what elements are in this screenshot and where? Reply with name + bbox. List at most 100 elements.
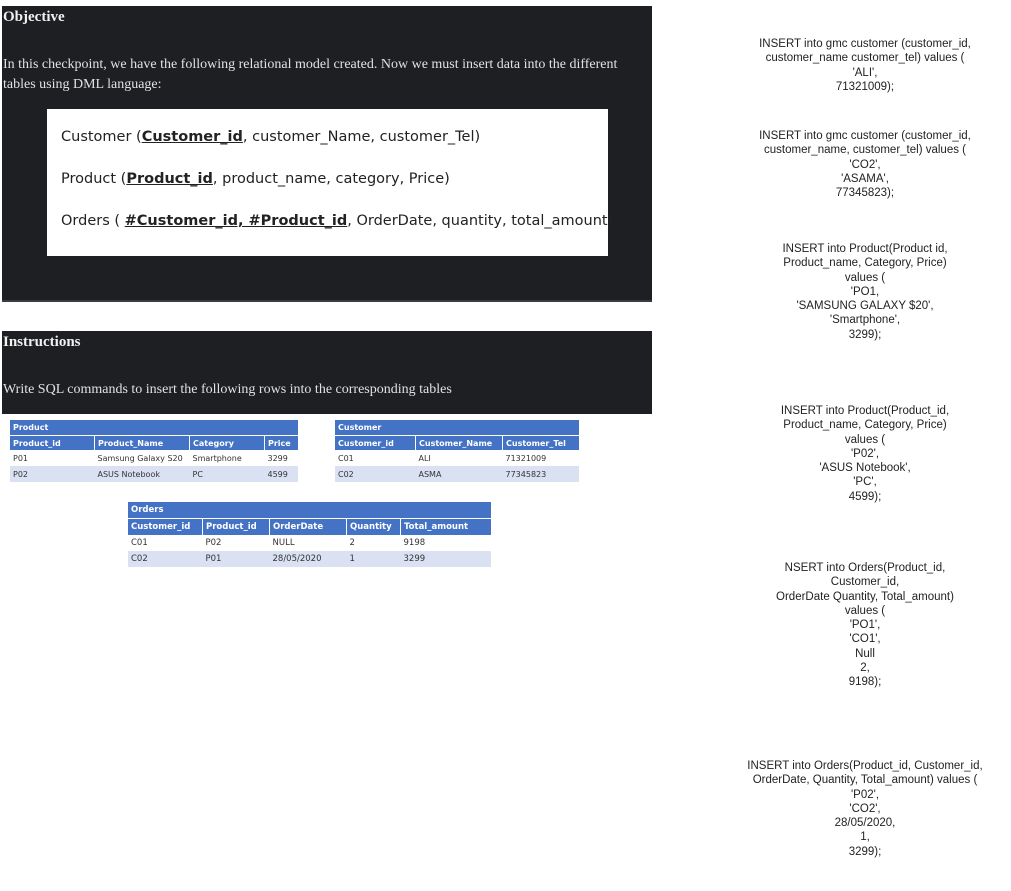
sql-line: 'PO1, [850, 285, 880, 298]
sql-line: values ( [844, 433, 886, 446]
table-cell: 77345823 [502, 466, 579, 482]
table-row: P02 ASUS Notebook PC 4599 [10, 466, 298, 482]
model-orders: Orders ( #Customer_id, #Product_id, Orde… [61, 213, 613, 229]
sql-line: 'CO2', [849, 802, 881, 815]
sql-line: INSERT into gmc customer (customer_id, [759, 38, 971, 50]
objective-heading: Objective [3, 9, 65, 25]
product-table-title: Product [10, 420, 298, 436]
table-cell: C02 [335, 466, 416, 482]
table-cell: C02 [128, 551, 203, 567]
table-header: OrderDate [269, 518, 347, 535]
table-row: P01 Samsung Galaxy S20 Smartphone 3299 [10, 450, 298, 466]
sql-line: customer_name customer_tel) values ( [765, 52, 965, 65]
table-header: Product_id [202, 518, 270, 535]
model-customer-name: Customer ( [61, 129, 142, 145]
objective-text: In this checkpoint, we have the followin… [3, 57, 618, 92]
instructions-text: Write SQL commands to insert the followi… [3, 382, 452, 397]
model-product-name: Product ( [61, 171, 127, 187]
sql-line: INSERT into Product(Product id, [782, 243, 948, 255]
sql-line: 3299); [848, 845, 882, 858]
model-product-attrs: , product_name, category, Price) [212, 171, 450, 187]
table-header: Quantity [346, 518, 401, 535]
sql-line: Product_name, Category, Price) [783, 419, 947, 432]
table-header: Customer_Name [415, 435, 503, 450]
table-row: C02 ASMA 77345823 [335, 466, 579, 482]
table-header: Product_Name [94, 435, 190, 450]
orders-table-title: Orders [128, 502, 491, 519]
objective-panel: Objective In this checkpoint, we have th… [2, 6, 652, 302]
sql-line: 'ALI', [852, 66, 878, 79]
sql-line: 'PO1', [849, 619, 881, 632]
table-cell: P01 [10, 450, 95, 466]
sql-line: Null [855, 647, 875, 660]
sql-statement-6: INSERT into Orders(Product_id, Customer_… [740, 759, 990, 859]
table-cell: 3299 [400, 551, 491, 567]
orders-table: Orders Customer_id Product_id OrderDate … [128, 502, 491, 567]
table-header: Category [189, 435, 265, 450]
table-cell: 3299 [264, 450, 298, 466]
sql-line: 'SAMSUNG GALAXY $20', [796, 300, 934, 313]
sql-line: 28/05/2020, [834, 817, 896, 830]
sql-statement-4: INSERT into Product(Product_id, Product_… [740, 404, 990, 504]
table-cell: P02 [10, 466, 95, 482]
model-orders-name: Orders ( [61, 213, 125, 229]
sql-line: OrderDate Quantity, Total_amount) [776, 590, 954, 603]
sql-line: 77345823); [835, 187, 895, 200]
sql-line: OrderDate, Quantity, Total_amount) value… [752, 774, 978, 787]
sql-line: 1, [860, 831, 870, 844]
sql-line: 'P02', [850, 447, 880, 460]
instructions-heading: Instructions [3, 334, 81, 350]
table-row: C02 P01 28/05/2020 1 3299 [128, 551, 491, 567]
sql-line: INSERT into Orders(Product_id, Customer_… [747, 760, 983, 772]
table-cell: 2 [346, 535, 401, 551]
table-cell: P02 [202, 535, 270, 551]
sql-line: customer_name, customer_tel) values ( [764, 144, 966, 157]
sql-line: Product_name, Category, Price) [783, 257, 947, 270]
sql-line: INSERT into Product(Product_id, [780, 405, 950, 417]
model-customer-key: Customer_id [141, 129, 243, 145]
sql-line: 4599); [848, 490, 882, 503]
table-cell: 28/05/2020 [269, 551, 347, 567]
sql-line: values ( [844, 271, 886, 284]
table-cell: ASMA [415, 466, 503, 482]
model-orders-attrs: , OrderDate, quantity, total_amount) [347, 213, 614, 229]
table-header: Price [264, 435, 298, 450]
table-cell: 1 [346, 551, 401, 567]
sql-line: INSERT into gmc customer (customer_id, [759, 130, 971, 142]
table-cell: P01 [202, 551, 270, 567]
table-cell: Smartphone [189, 450, 265, 466]
table-header: Customer_id [128, 518, 203, 535]
table-cell: ASUS Notebook [94, 466, 190, 482]
instructions-panel: Instructions Write SQL commands to inser… [2, 331, 652, 414]
sql-statement-3: INSERT into Product(Product id, Product_… [740, 242, 990, 342]
table-cell: Samsung Galaxy S20 [94, 450, 190, 466]
model-customer: Customer (Customer_id, customer_Name, cu… [61, 129, 480, 145]
sql-line: 'CO2', [849, 158, 881, 171]
table-cell: ALI [415, 450, 503, 466]
table-cell: 9198 [400, 535, 491, 551]
model-orders-key: #Customer_id, #Product_id [124, 213, 348, 229]
model-product-key: Product_id [126, 171, 213, 187]
sql-line: NSERT into Orders(Product_id, [784, 562, 946, 574]
table-header: Total_amount [400, 518, 491, 535]
table-cell: 4599 [264, 466, 298, 482]
model-product: Product (Product_id, product_name, categ… [61, 171, 450, 187]
table-row: C01 ALI 71321009 [335, 450, 579, 466]
product-table: Product Product_id Product_Name Category… [10, 420, 298, 482]
sql-line: 'ASUS Notebook', [819, 462, 911, 475]
table-header: Product_id [10, 435, 95, 450]
sql-statement-1: INSERT into gmc customer (customer_id, c… [740, 37, 990, 94]
relational-model-box: Customer (Customer_id, customer_Name, cu… [47, 109, 613, 256]
table-cell: C01 [128, 535, 203, 551]
sql-line: 3299); [848, 328, 882, 341]
sql-line: 'ASAMA', [841, 172, 889, 185]
table-cell: PC [189, 466, 265, 482]
sql-line: 'CO1', [849, 633, 881, 646]
sql-line: 71321009); [835, 80, 895, 93]
table-cell: NULL [269, 535, 347, 551]
sql-statement-5: NSERT into Orders(Product_id, Customer_i… [740, 561, 990, 690]
customer-table: Customer Customer_id Customer_Name Custo… [335, 420, 579, 482]
table-row: C01 P02 NULL 2 9198 [128, 535, 491, 551]
table-cell: C01 [335, 450, 416, 466]
model-customer-attrs: , customer_Name, customer_Tel) [242, 129, 481, 145]
